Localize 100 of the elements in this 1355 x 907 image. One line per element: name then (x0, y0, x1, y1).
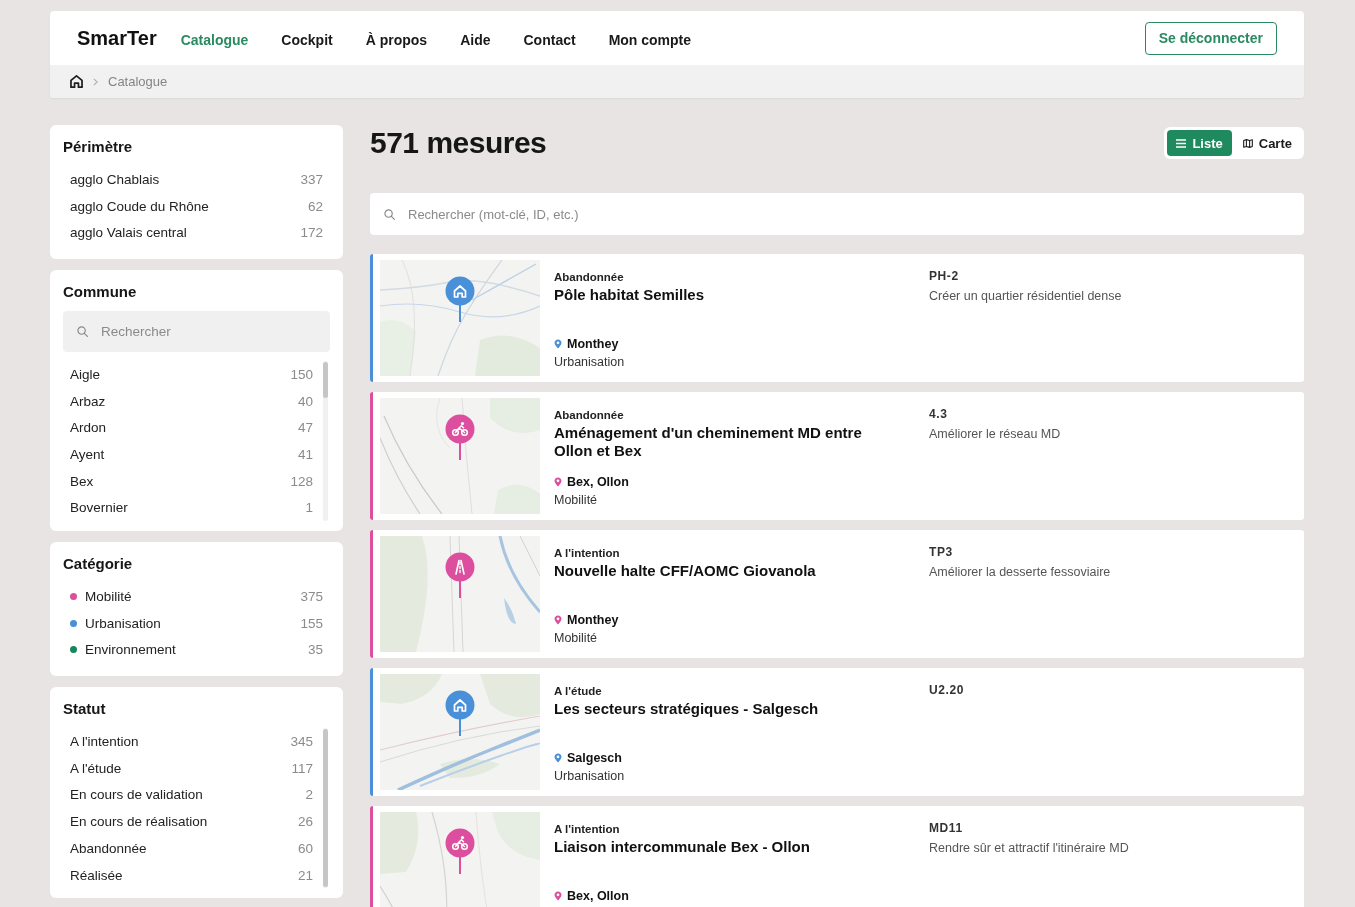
option-count: 117 (291, 760, 313, 776)
filter-option[interactable]: Ardon (70, 420, 298, 436)
nav-link[interactable]: À propos (365, 28, 428, 48)
option-count: 1 (305, 500, 313, 516)
scrollbar[interactable] (323, 361, 328, 522)
option-count: 26 (297, 814, 313, 830)
measure-description: Créer un quartier résidentiel dense (929, 288, 1123, 304)
option-count: 375 (300, 589, 323, 605)
category-label: Mobilité (554, 630, 599, 647)
category-label: Urbanisation (554, 354, 626, 371)
option-count: 60 (297, 840, 313, 856)
map-icon (1242, 138, 1253, 148)
filter-option[interactable]: En cours de validation (70, 787, 306, 803)
location-pin-icon (554, 615, 562, 625)
result-title: Liaison intercommunale Bex - Ollon (554, 838, 811, 856)
result-card[interactable]: A l'intention Nouvelle halte CFF/AOMC Giovanola Monthey Mobilité TP3 Améliorer la desserte fessoviaire (370, 530, 1304, 658)
result-title: Les secteurs stratégiques - Salgesch (554, 700, 820, 718)
status-text: A l'intention (554, 822, 621, 837)
option-count: 41 (297, 446, 313, 462)
panel-title: Périmètre (63, 137, 134, 157)
list-icon (1176, 138, 1187, 148)
category-label: Urbanisation (554, 768, 626, 785)
status-text: A l'étude (554, 684, 603, 699)
filter-option[interactable]: En cours de réalisation (70, 814, 298, 830)
nav-link[interactable]: Aide (460, 28, 491, 48)
location-text: Salgesch (567, 750, 622, 767)
panel-title: Statut (63, 699, 107, 720)
nav-link[interactable]: Cockpit (281, 28, 333, 48)
option-count: 21 (297, 867, 313, 883)
filter-option[interactable]: Réalisée (70, 867, 298, 883)
option-count: 172 (300, 225, 323, 241)
filter-option[interactable]: A l'intention (70, 734, 291, 750)
location-pin-icon (554, 477, 562, 487)
filter-option[interactable]: Mobilité (85, 589, 301, 605)
search-field[interactable]: Rechercher (mot-clé, ID, etc.) (370, 193, 1304, 235)
option-count: 150 (290, 366, 313, 382)
search-icon (77, 326, 88, 338)
option-count: 35 (307, 642, 323, 658)
breadcrumb-current: Catalogue (108, 74, 168, 89)
result-title: Aménagement d'un cheminement MD entre Ollon et Bex (554, 424, 863, 460)
option-count: 128 (290, 473, 313, 489)
measure-code: 4.3 (929, 407, 949, 421)
filter-option[interactable]: A l'étude (70, 760, 292, 776)
result-title: Nouvelle halte CFF/AOMC Giovanola (554, 562, 817, 580)
location-text: Bex, Ollon (567, 888, 629, 905)
results-title: 571 mesures (370, 126, 547, 160)
status-text: Abandonnée (554, 408, 625, 423)
view-toggle-button[interactable]: Carte (1233, 130, 1301, 156)
category-label: Mobilité (554, 492, 599, 509)
filter-option[interactable]: Ayent (70, 446, 298, 462)
filter-option[interactable]: Environnement (85, 642, 308, 658)
filter-option[interactable]: Arbaz (70, 393, 298, 409)
measure-code: MD11 (929, 821, 964, 835)
panel-title: Catégorie (63, 554, 134, 575)
result-card[interactable]: A l'intention Liaison intercommunale Bex - Ollon Bex, Ollon MD11 Rendre sûr et attractif l'itinéraire MD (370, 806, 1304, 907)
status-text: A l'intention (554, 546, 621, 561)
measure-code: U2.20 (929, 683, 966, 697)
option-count: 337 (300, 171, 323, 187)
measure-code: TP3 (929, 545, 954, 559)
filter-option[interactable]: Abandonnée (70, 840, 298, 856)
location-pin-icon (554, 891, 562, 901)
option-count: 62 (307, 198, 323, 214)
option-count: 2 (305, 787, 313, 803)
location-text: Monthey (567, 336, 619, 353)
option-count: 345 (290, 734, 313, 750)
location-pin-icon (554, 753, 562, 763)
nav-link[interactable]: Mon compte (608, 28, 692, 48)
search-field[interactable]: Rechercher (63, 311, 330, 353)
filter-option[interactable]: Aigle (70, 366, 291, 382)
measure-description: Améliorer le réseau MD (929, 426, 1062, 442)
filter-option[interactable]: Urbanisation (85, 615, 301, 631)
nav-link[interactable]: Catalogue (180, 28, 249, 48)
filter-option[interactable]: agglo Coude du Rhône (70, 198, 308, 214)
result-card[interactable]: A l'étude Les secteurs stratégiques - Salgesch Salgesch Urbanisation U2.20 (370, 668, 1304, 796)
measure-description: Rendre sûr et attractif l'itinéraire MD (929, 840, 1130, 856)
filter-option[interactable]: agglo Chablais (70, 171, 301, 187)
location-text: Monthey (567, 612, 619, 629)
filter-option[interactable]: Bex (70, 473, 291, 489)
location-text: Bex, Ollon (567, 474, 629, 491)
measure-description: Améliorer la desserte fessoviaire (929, 564, 1112, 580)
scrollbar[interactable] (323, 728, 328, 889)
home-icon[interactable] (70, 75, 83, 88)
location-pin-icon (554, 339, 562, 349)
option-count: 47 (297, 420, 313, 436)
result-card[interactable]: Abandonnée Aménagement d'un cheminement MD entre Ollon et Bex Bex, Ollon Mobilité 4.3 Améliorer le réseau MD (370, 392, 1304, 520)
status-text: Abandonnée (554, 270, 625, 285)
view-toggle-button[interactable]: Liste (1167, 130, 1232, 156)
search-icon (384, 209, 395, 220)
filter-option[interactable]: Bovernier (70, 500, 306, 516)
option-count: 155 (300, 615, 323, 631)
result-title: Pôle habitat Semilles (554, 286, 706, 304)
nav-link[interactable]: Contact (523, 28, 576, 48)
panel-title: Commune (63, 282, 138, 303)
logo-text: SmarTer (77, 26, 157, 50)
chevron-right-icon (93, 77, 98, 86)
filter-option[interactable]: agglo Valais central (70, 225, 301, 241)
result-card[interactable]: Abandonnée Pôle habitat Semilles Monthey Urbanisation PH-2 Créer un quartier résidentiel dense (370, 254, 1304, 382)
logout-button[interactable]: Se déconnecter (1144, 21, 1277, 55)
measure-code: PH-2 (929, 269, 960, 283)
option-count: 40 (297, 393, 313, 409)
